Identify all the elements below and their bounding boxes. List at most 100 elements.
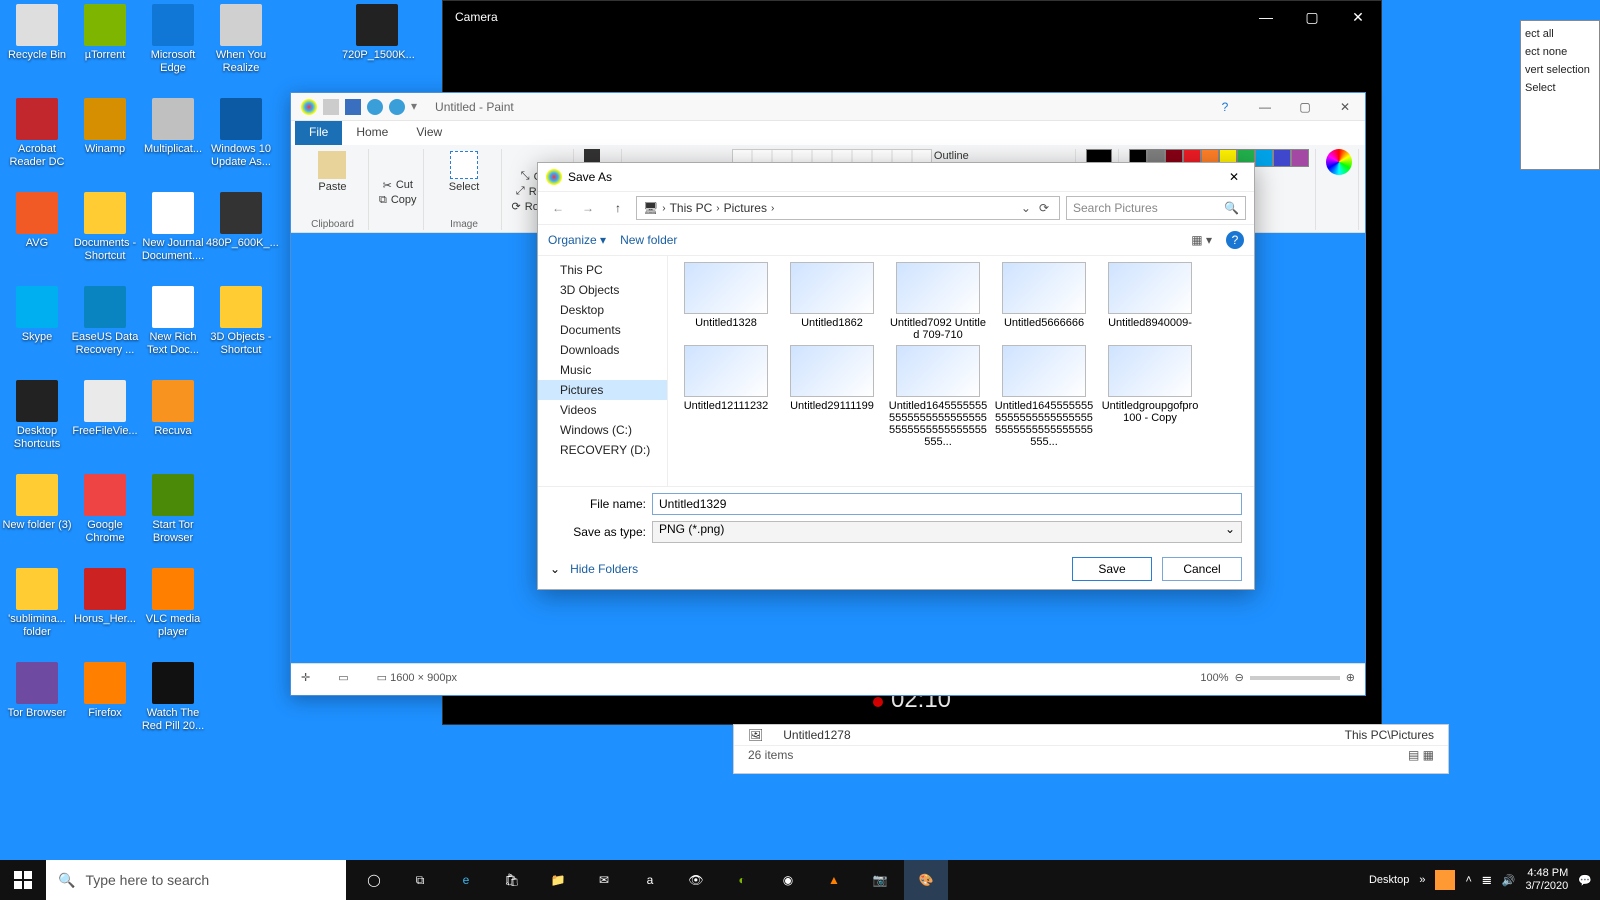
file-thumb[interactable]: Untitled29111199 bbox=[782, 345, 882, 448]
tree-item[interactable]: Videos bbox=[538, 400, 667, 420]
desktop-icon[interactable]: New folder (3) bbox=[2, 474, 72, 532]
outline-button[interactable]: Outline bbox=[934, 149, 969, 163]
paint-help-icon[interactable]: ? bbox=[1205, 93, 1245, 121]
zoom-in[interactable]: ⊕ bbox=[1346, 671, 1355, 684]
sp-row[interactable]: ect all bbox=[1525, 25, 1595, 43]
vlc-icon[interactable]: ▲ bbox=[812, 860, 856, 900]
desktop-icon[interactable]: Acrobat Reader DC bbox=[2, 98, 72, 168]
camera-close[interactable]: ✕ bbox=[1335, 1, 1381, 33]
volume-icon[interactable]: 🔊 bbox=[1502, 874, 1516, 887]
desktop-icon[interactable]: Documents - Shortcut bbox=[70, 192, 140, 262]
file-thumb[interactable]: Untitled16455555555555555555555555555555… bbox=[994, 345, 1094, 448]
desktop-icon[interactable]: AVG bbox=[2, 192, 72, 250]
desktop-icon[interactable]: Start Tor Browser bbox=[138, 474, 208, 544]
paint-close[interactable]: ✕ bbox=[1325, 93, 1365, 121]
desktop-icon[interactable]: Horus_Her... bbox=[70, 568, 140, 626]
desktop-icon[interactable]: When You Realize bbox=[206, 4, 276, 74]
edge-icon[interactable]: e bbox=[444, 860, 488, 900]
search-input[interactable]: Search Pictures 🔍 bbox=[1066, 196, 1246, 220]
view-menu[interactable]: ▦ ▾ bbox=[1191, 233, 1212, 247]
sp-row[interactable]: Select bbox=[1525, 79, 1595, 97]
desktop-icon[interactable]: Tor Browser bbox=[2, 662, 72, 720]
undo-icon[interactable] bbox=[367, 99, 383, 115]
cortana-icon[interactable]: ◯ bbox=[352, 860, 396, 900]
desktop-icon[interactable]: 3D Objects - Shortcut bbox=[206, 286, 276, 356]
file-thumb[interactable]: Untitled1328 bbox=[676, 262, 776, 341]
copy-button[interactable]: ⧉ Copy bbox=[379, 193, 417, 208]
desktop-icon[interactable]: Skype bbox=[2, 286, 72, 344]
view-toggle[interactable]: ▤ ▦ bbox=[1408, 748, 1434, 762]
file-thumb[interactable]: Untitled16455555555555555555555555555555… bbox=[888, 345, 988, 448]
desktop-icon[interactable]: 'sublimina... folder bbox=[2, 568, 72, 638]
desktop-icon[interactable]: Desktop Shortcuts bbox=[2, 380, 72, 450]
tree-item[interactable]: 3D Objects bbox=[538, 280, 667, 300]
file-thumb[interactable]: Untitled8940009- bbox=[1100, 262, 1200, 341]
filename-input[interactable] bbox=[652, 493, 1242, 515]
store-icon[interactable]: 🛍 bbox=[490, 860, 534, 900]
color-swatch[interactable] bbox=[1255, 149, 1273, 167]
breadcrumb-dropdown[interactable]: ⌄ bbox=[1021, 201, 1031, 215]
paint-maximize[interactable]: ▢ bbox=[1285, 93, 1325, 121]
tray-app-icon[interactable] bbox=[1435, 870, 1455, 890]
desktop-icon[interactable]: 480P_600K_... bbox=[206, 192, 276, 250]
camera-maximize[interactable]: ▢ bbox=[1289, 1, 1335, 33]
desktop-icon[interactable]: VLC media player bbox=[138, 568, 208, 638]
sp-row[interactable]: vert selection bbox=[1525, 61, 1595, 79]
paste-button[interactable]: Paste bbox=[312, 149, 352, 195]
save-icon[interactable] bbox=[345, 99, 361, 115]
tree-item[interactable]: This PC bbox=[538, 260, 667, 280]
tripadvisor-icon[interactable]: 👁 bbox=[674, 860, 718, 900]
edit-colors-icon[interactable] bbox=[1326, 149, 1352, 175]
desktop-icon[interactable]: Recycle Bin bbox=[2, 4, 72, 62]
tree-item[interactable]: Windows (C:) bbox=[538, 420, 667, 440]
help-icon[interactable]: ? bbox=[1226, 231, 1244, 249]
paint-minimize[interactable]: — bbox=[1245, 93, 1285, 121]
file-thumb[interactable]: Untitled12111232 bbox=[676, 345, 776, 448]
color-swatch[interactable] bbox=[1273, 149, 1291, 167]
tray-overflow-icon[interactable]: » bbox=[1419, 874, 1425, 886]
new-folder-button[interactable]: New folder bbox=[620, 233, 677, 247]
taskbar-search[interactable]: 🔍 Type here to search bbox=[46, 860, 346, 900]
breadcrumb[interactable]: 🖥 › This PC › Pictures › ⌄ ⟳ bbox=[636, 196, 1060, 220]
tree-item[interactable]: Music bbox=[538, 360, 667, 380]
tree-item[interactable]: Desktop bbox=[538, 300, 667, 320]
amazon-icon[interactable]: a bbox=[628, 860, 672, 900]
clock[interactable]: 4:48 PM 3/7/2020 bbox=[1525, 867, 1568, 892]
tree-item[interactable]: RECOVERY (D:) bbox=[538, 440, 667, 460]
chevron-down-icon[interactable]: ⌄ bbox=[550, 562, 560, 576]
desktop-icon[interactable]: µTorrent bbox=[70, 4, 140, 62]
file-name[interactable]: Untitled1278 bbox=[783, 728, 850, 742]
nav-forward[interactable]: → bbox=[576, 201, 600, 215]
mail-icon[interactable]: ✉ bbox=[582, 860, 626, 900]
paint-taskbar-icon[interactable]: 🎨 bbox=[904, 860, 948, 900]
tab-home[interactable]: Home bbox=[342, 121, 402, 145]
desktop-icon[interactable]: Multiplicat... bbox=[138, 98, 208, 156]
tab-view[interactable]: View bbox=[402, 121, 456, 145]
files-view[interactable]: Untitled1328Untitled1862Untitled7092 Unt… bbox=[668, 256, 1254, 486]
desktop-icon[interactable]: Recuva bbox=[138, 380, 208, 438]
task-view-icon[interactable]: ⧉ bbox=[398, 860, 442, 900]
tree-item[interactable]: Documents bbox=[538, 320, 667, 340]
camera-minimize[interactable]: — bbox=[1243, 1, 1289, 33]
zoom-out[interactable]: ⊖ bbox=[1235, 671, 1244, 684]
utorrent-icon[interactable]: ◐ bbox=[720, 860, 764, 900]
tab-file[interactable]: File bbox=[295, 121, 342, 145]
save-as-close[interactable]: ✕ bbox=[1214, 163, 1254, 191]
desktop-icon[interactable]: New Journal Document.... bbox=[138, 192, 208, 262]
file-thumb[interactable]: Untitled5666666 bbox=[994, 262, 1094, 341]
desktop-icon[interactable]: Google Chrome bbox=[70, 474, 140, 544]
tray-desktop-label[interactable]: Desktop bbox=[1369, 874, 1409, 886]
refresh-icon[interactable]: ⟳ bbox=[1035, 201, 1053, 215]
file-thumb[interactable]: Untitledgroupgofpro100 - Copy bbox=[1100, 345, 1200, 448]
cancel-button[interactable]: Cancel bbox=[1162, 557, 1242, 581]
organize-menu[interactable]: Organize ▾ bbox=[548, 233, 606, 247]
desktop-icon[interactable]: Windows 10 Update As... bbox=[206, 98, 276, 168]
desktop-icon[interactable]: EaseUS Data Recovery ... bbox=[70, 286, 140, 356]
obs-icon[interactable]: ◉ bbox=[766, 860, 810, 900]
explorer-icon[interactable]: 📁 bbox=[536, 860, 580, 900]
desktop-icon[interactable]: Winamp bbox=[70, 98, 140, 156]
filetype-select[interactable]: PNG (*.png)⌄ bbox=[652, 521, 1242, 543]
tray-chevron-up-icon[interactable]: ˄ bbox=[1465, 874, 1471, 886]
tree-item[interactable]: Pictures bbox=[538, 380, 667, 400]
desktop-icon[interactable]: Microsoft Edge bbox=[138, 4, 208, 74]
